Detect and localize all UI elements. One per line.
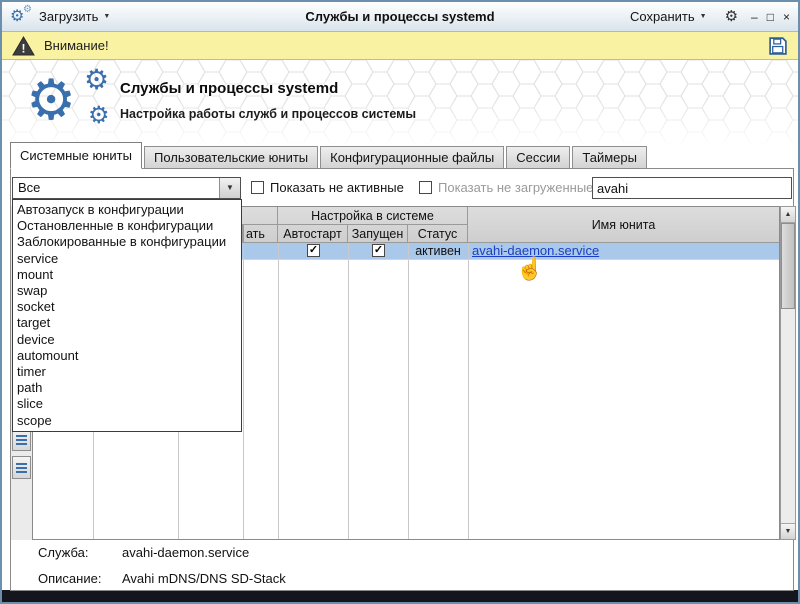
tab-sessions[interactable]: Сессии <box>506 146 570 168</box>
combobox-value: Все <box>18 180 40 195</box>
unit-search-input[interactable] <box>592 177 792 199</box>
show-inactive-checkbox[interactable] <box>251 181 264 194</box>
dropdown-item[interactable]: Остановленные в конфигурации <box>13 218 241 234</box>
app-window: ⚙ ⚙ Загрузить ▼ Службы и процессы system… <box>0 0 800 604</box>
settings-gear-icon[interactable]: ⚙ <box>725 9 738 24</box>
save-floppy-icon[interactable] <box>768 36 788 56</box>
dropdown-item[interactable]: automount <box>13 348 241 364</box>
header-unit-name[interactable]: Имя юнита <box>468 207 779 243</box>
dropdown-item[interactable]: timer <box>13 364 241 380</box>
dropdown-item[interactable]: service <box>13 251 241 267</box>
scrollbar-thumb[interactable] <box>781 223 795 309</box>
header-autostart[interactable]: Автостарт <box>278 225 348 243</box>
tab-label: Пользовательские юниты <box>154 150 308 165</box>
unit-type-dropdown-list: Автозапуск в конфигурации Остановленные … <box>12 199 242 432</box>
status-cell: активен <box>408 243 468 259</box>
warning-triangle-icon: ! <box>12 36 35 56</box>
description-value: Avahi mDNS/DNS SD-Stack <box>122 571 286 586</box>
show-inactive-label[interactable]: Показать не активные <box>270 180 404 195</box>
dropdown-item[interactable]: socket <box>13 299 241 315</box>
bottom-bar <box>2 590 798 602</box>
description-label: Описание: <box>38 571 101 586</box>
header-partial[interactable]: ать <box>243 225 278 243</box>
tab-label: Сессии <box>516 150 560 165</box>
gear-icon: ⚙ <box>88 104 110 128</box>
module-subtitle: Настройка работы служб и процессов систе… <box>120 107 416 121</box>
module-title: Службы и процессы systemd <box>120 80 338 97</box>
close-button[interactable]: × <box>783 11 790 23</box>
dropdown-item[interactable]: swap <box>13 283 241 299</box>
maximize-button[interactable]: □ <box>767 11 774 23</box>
tab-label: Таймеры <box>582 150 637 165</box>
check-icon: ✓ <box>309 245 318 256</box>
gear-small-icon: ⚙ <box>23 5 32 15</box>
module-header: ⚙ ⚙ ⚙ Службы и процессы systemd Настройк… <box>2 60 798 144</box>
chevron-down-icon: ▼ <box>700 13 707 20</box>
grid-line <box>408 243 409 539</box>
window-title: Службы и процессы systemd <box>182 9 618 24</box>
dropdown-item[interactable]: mount <box>13 267 241 283</box>
dropdown-item[interactable]: Заблокированные в конфигурации <box>13 234 241 250</box>
check-icon: ✓ <box>374 245 383 256</box>
svg-text:!: ! <box>22 41 26 55</box>
dropdown-item[interactable]: target <box>13 315 241 331</box>
header-status[interactable]: Статус <box>408 225 468 243</box>
tab-timers[interactable]: Таймеры <box>572 146 647 168</box>
show-unloaded-checkbox[interactable] <box>419 181 432 194</box>
arrow-down-icon: ▼ <box>785 528 792 535</box>
tab-config-files[interactable]: Конфигурационные файлы <box>320 146 504 168</box>
dropdown-item[interactable]: device <box>13 332 241 348</box>
gear-icon: ⚙ <box>84 66 109 94</box>
titlebar: ⚙ ⚙ Загрузить ▼ Службы и процессы system… <box>2 2 798 32</box>
minimize-button[interactable]: – <box>751 11 758 23</box>
arrow-up-icon: ▲ <box>785 211 792 218</box>
warning-text: Внимание! <box>44 38 109 53</box>
chevron-down-icon: ▼ <box>226 184 234 192</box>
show-unloaded-filter: Показать не загруженные <box>419 181 593 195</box>
save-menu-button[interactable]: Сохранить ▼ <box>625 7 712 26</box>
scroll-down-button[interactable]: ▼ <box>781 523 795 539</box>
grid-line <box>243 243 244 539</box>
load-menu-button[interactable]: Загрузить ▼ <box>34 7 115 26</box>
load-menu-label: Загрузить <box>39 9 98 24</box>
scroll-up-button[interactable]: ▲ <box>781 207 795 223</box>
combobox-dropdown-button[interactable]: ▼ <box>219 178 240 198</box>
dropdown-item[interactable]: Автозапуск в конфигурации <box>13 202 241 218</box>
show-inactive-filter: Показать не активные <box>251 181 404 195</box>
window-controls: – □ × <box>751 11 790 23</box>
chevron-down-icon: ▼ <box>103 13 110 20</box>
titlebar-right: Сохранить ▼ ⚙ – □ × <box>625 7 790 26</box>
tab-bar: Системные юниты Пользовательские юниты К… <box>10 144 647 169</box>
header-group-system: Настройка в системе <box>278 207 468 225</box>
tab-label: Системные юниты <box>20 148 132 163</box>
gear-icon: ⚙ <box>26 72 76 128</box>
cursor-hand-icon: ☝ <box>516 258 543 280</box>
list-icon <box>16 463 27 473</box>
grid-line <box>278 243 279 539</box>
dropdown-item[interactable]: slice <box>13 396 241 412</box>
grid-line <box>468 243 469 539</box>
service-value: avahi-daemon.service <box>122 545 249 560</box>
show-unloaded-label[interactable]: Показать не загруженные <box>438 180 593 195</box>
grid-line <box>348 243 349 539</box>
gears-logo: ⚙ ⚙ ⚙ <box>22 62 126 142</box>
dropdown-item[interactable]: path <box>13 380 241 396</box>
save-menu-label: Сохранить <box>630 9 695 24</box>
tab-user-units[interactable]: Пользовательские юниты <box>144 146 318 168</box>
header-running[interactable]: Запущен <box>348 225 408 243</box>
autostart-checkbox[interactable]: ✓ <box>307 244 320 257</box>
tab-label: Конфигурационные файлы <box>330 150 494 165</box>
tab-system-units[interactable]: Системные юниты <box>10 142 142 169</box>
app-gear-icon: ⚙ ⚙ <box>10 9 30 25</box>
unit-type-combobox[interactable]: Все ▼ <box>12 177 241 199</box>
dropdown-item[interactable]: scope <box>13 413 241 429</box>
list-view-button[interactable] <box>12 456 31 479</box>
service-label: Служба: <box>38 545 88 560</box>
vertical-scrollbar[interactable]: ▲ ▼ <box>780 206 796 540</box>
warning-bar: ! Внимание! <box>2 32 798 60</box>
list-icon <box>16 435 27 445</box>
running-checkbox[interactable]: ✓ <box>372 244 385 257</box>
